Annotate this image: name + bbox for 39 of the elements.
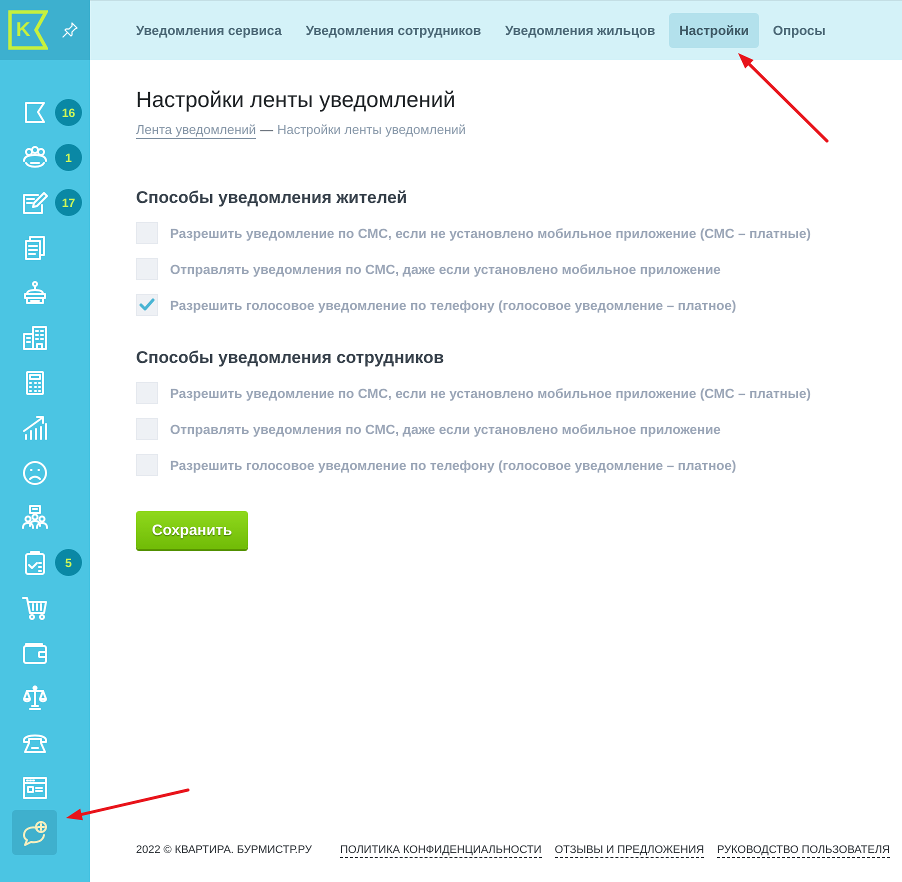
sad-face-icon <box>20 458 48 486</box>
checkbox[interactable] <box>136 382 158 404</box>
chat-plus-icon <box>20 818 48 846</box>
checkbox[interactable] <box>136 418 158 440</box>
count-badge: 5 <box>55 549 82 576</box>
checkbox[interactable] <box>136 294 158 316</box>
checkbox-label: Разрешить голосовое уведомление по телефону (голосовое уведомление – платное) <box>170 298 736 312</box>
pin-icon[interactable] <box>62 22 78 38</box>
tab[interactable]: Уведомления сервиса <box>126 13 292 48</box>
tab[interactable]: Уведомления жильцов <box>495 13 666 48</box>
footer-link[interactable]: ОТЗЫВЫ И ПРЕДЛОЖЕНИЯ <box>554 842 704 858</box>
tab[interactable]: Настройки <box>669 13 759 48</box>
checkbox[interactable] <box>136 454 158 476</box>
checkbox-label: Отправлять уведомления по СМС, даже если установлено мобильное приложение <box>170 422 721 436</box>
meeting-icon <box>20 504 48 532</box>
count-badge: 16 <box>55 99 82 126</box>
section-heading: Способы уведомления жителей <box>136 187 408 209</box>
checkbox[interactable] <box>136 258 158 280</box>
checkbox[interactable] <box>136 222 158 244</box>
checkbox-label: Разрешить уведомление по СМС, если не установлено мобильное приложение (СМС – платные) <box>170 226 811 240</box>
tab[interactable]: Опросы <box>762 13 836 48</box>
checkbox-label: Отправлять уведомления по СМС, даже если установлено мобильное приложение <box>170 262 721 276</box>
copyright-text: 2022 © КВАРТИРА. БУРМИСТР.РУ <box>136 844 312 856</box>
breadcrumb-separator: — <box>260 122 274 139</box>
building-icon <box>20 324 48 352</box>
section-heading: Способы уведомления сотрудников <box>136 347 445 369</box>
footer-link[interactable]: РУКОВОДСТВО ПОЛЬЗОВАТЕЛЯ <box>717 842 890 858</box>
breadcrumb-link[interactable]: Лента уведомлений <box>136 122 256 139</box>
footer-link[interactable]: ПОЛИТИКА КОНФИДЕНЦИАЛЬНОСТИ <box>340 842 542 858</box>
page-title: Настройки ленты уведомлений <box>136 86 456 114</box>
tab[interactable]: Уведомления сотрудников <box>296 13 492 48</box>
breadcrumb-current: Настройки ленты уведомлений <box>277 122 466 139</box>
checkbox-label: Разрешить голосовое уведомление по телефону (голосовое уведомление – платное) <box>170 458 736 472</box>
count-badge: 17 <box>55 189 82 216</box>
checkbox-label: Разрешить уведомление по СМС, если не установлено мобильное приложение (СМС – платные) <box>170 386 811 400</box>
scales-icon <box>20 684 48 712</box>
sidebar-item[interactable] <box>12 810 57 855</box>
count-badge: 1 <box>55 144 82 171</box>
growth-chart-icon <box>20 414 48 442</box>
